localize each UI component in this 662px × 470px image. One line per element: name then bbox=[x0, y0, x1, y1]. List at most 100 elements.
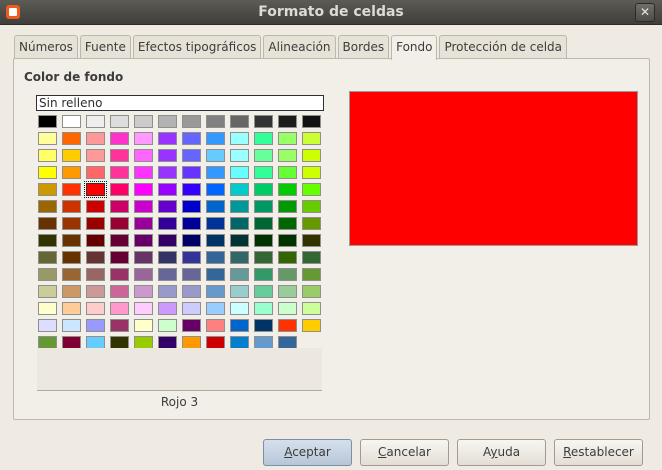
color-swatch[interactable] bbox=[229, 233, 253, 250]
color-swatch[interactable] bbox=[301, 148, 325, 165]
color-swatch[interactable] bbox=[61, 199, 85, 216]
color-swatch[interactable] bbox=[253, 301, 277, 318]
color-swatch[interactable] bbox=[229, 216, 253, 233]
tab-proteccion-de-celda[interactable]: Protección de celda bbox=[439, 35, 567, 59]
color-swatch[interactable] bbox=[301, 284, 325, 301]
color-swatch[interactable] bbox=[157, 165, 181, 182]
color-swatch[interactable] bbox=[37, 318, 61, 335]
color-swatch[interactable] bbox=[205, 301, 229, 318]
tab-bordes[interactable]: Bordes bbox=[337, 35, 390, 59]
color-swatch[interactable] bbox=[85, 318, 109, 335]
color-swatch[interactable] bbox=[181, 233, 205, 250]
color-swatch[interactable] bbox=[277, 182, 301, 199]
color-swatch[interactable] bbox=[181, 199, 205, 216]
color-swatch[interactable] bbox=[301, 318, 325, 335]
color-swatch[interactable] bbox=[181, 267, 205, 284]
color-swatch[interactable] bbox=[229, 284, 253, 301]
color-swatch[interactable] bbox=[253, 182, 277, 199]
color-swatch[interactable] bbox=[229, 267, 253, 284]
color-swatch[interactable] bbox=[133, 148, 157, 165]
color-swatch[interactable] bbox=[277, 165, 301, 182]
color-swatch[interactable] bbox=[85, 216, 109, 233]
color-swatch[interactable] bbox=[84, 181, 109, 199]
color-swatch[interactable] bbox=[157, 216, 181, 233]
color-swatch[interactable] bbox=[205, 284, 229, 301]
color-swatch[interactable] bbox=[253, 250, 277, 267]
tab-numeros[interactable]: Números bbox=[14, 35, 78, 59]
color-swatch[interactable] bbox=[205, 250, 229, 267]
color-swatch[interactable] bbox=[205, 182, 229, 199]
tab-fuente[interactable]: Fuente bbox=[79, 35, 131, 59]
color-swatch[interactable] bbox=[157, 182, 181, 199]
color-swatch[interactable] bbox=[181, 148, 205, 165]
color-swatch[interactable] bbox=[157, 301, 181, 318]
color-swatch[interactable] bbox=[181, 182, 205, 199]
color-swatch[interactable] bbox=[61, 148, 85, 165]
color-swatch[interactable] bbox=[109, 148, 133, 165]
color-swatch[interactable] bbox=[277, 148, 301, 165]
color-swatch[interactable] bbox=[85, 114, 109, 131]
color-swatch[interactable] bbox=[229, 301, 253, 318]
color-swatch[interactable] bbox=[253, 199, 277, 216]
color-swatch[interactable] bbox=[61, 216, 85, 233]
color-swatch[interactable] bbox=[277, 233, 301, 250]
color-swatch[interactable] bbox=[277, 199, 301, 216]
color-swatch[interactable] bbox=[85, 199, 109, 216]
color-swatch[interactable] bbox=[205, 131, 229, 148]
ok-button[interactable]: Aceptar bbox=[263, 439, 352, 466]
color-swatch[interactable] bbox=[109, 233, 133, 250]
color-swatch[interactable] bbox=[133, 233, 157, 250]
color-swatch[interactable] bbox=[61, 301, 85, 318]
no-fill-option[interactable]: Sin relleno bbox=[36, 95, 324, 111]
color-swatch[interactable] bbox=[109, 318, 133, 335]
color-swatch[interactable] bbox=[109, 114, 133, 131]
color-swatch[interactable] bbox=[301, 267, 325, 284]
color-swatch[interactable] bbox=[301, 114, 325, 131]
color-swatch[interactable] bbox=[157, 233, 181, 250]
color-swatch[interactable] bbox=[301, 131, 325, 148]
color-swatch[interactable] bbox=[37, 301, 61, 318]
color-swatch[interactable] bbox=[61, 114, 85, 131]
color-swatch[interactable] bbox=[181, 216, 205, 233]
color-swatch[interactable] bbox=[181, 250, 205, 267]
color-swatch[interactable] bbox=[61, 250, 85, 267]
color-swatch[interactable] bbox=[85, 165, 109, 182]
color-swatch[interactable] bbox=[277, 318, 301, 335]
color-swatch[interactable] bbox=[301, 165, 325, 182]
color-swatch[interactable] bbox=[253, 233, 277, 250]
color-swatch[interactable] bbox=[277, 216, 301, 233]
color-swatch[interactable] bbox=[109, 131, 133, 148]
color-swatch[interactable] bbox=[277, 301, 301, 318]
color-swatch[interactable] bbox=[253, 131, 277, 148]
color-swatch[interactable] bbox=[61, 267, 85, 284]
color-swatch[interactable] bbox=[229, 114, 253, 131]
color-swatch[interactable] bbox=[253, 216, 277, 233]
color-swatch[interactable] bbox=[133, 131, 157, 148]
color-swatch[interactable] bbox=[301, 301, 325, 318]
color-swatch[interactable] bbox=[61, 165, 85, 182]
color-swatch[interactable] bbox=[37, 165, 61, 182]
color-swatch[interactable] bbox=[109, 301, 133, 318]
color-swatch[interactable] bbox=[157, 114, 181, 131]
color-swatch[interactable] bbox=[277, 284, 301, 301]
color-swatch[interactable] bbox=[277, 131, 301, 148]
color-swatch[interactable] bbox=[133, 182, 157, 199]
color-swatch[interactable] bbox=[181, 301, 205, 318]
color-swatch[interactable] bbox=[85, 301, 109, 318]
color-swatch[interactable] bbox=[205, 199, 229, 216]
color-swatch[interactable] bbox=[205, 267, 229, 284]
color-swatch[interactable] bbox=[61, 131, 85, 148]
color-swatch[interactable] bbox=[37, 267, 61, 284]
color-swatch[interactable] bbox=[253, 284, 277, 301]
color-swatch[interactable] bbox=[133, 199, 157, 216]
color-swatch[interactable] bbox=[133, 250, 157, 267]
color-swatch[interactable] bbox=[181, 131, 205, 148]
color-swatch[interactable] bbox=[181, 165, 205, 182]
color-swatch[interactable] bbox=[85, 284, 109, 301]
color-swatch[interactable] bbox=[205, 148, 229, 165]
close-button[interactable]: ✕ bbox=[635, 3, 655, 22]
color-swatch[interactable] bbox=[157, 267, 181, 284]
tab-fondo[interactable]: Fondo bbox=[391, 35, 438, 60]
color-swatch[interactable] bbox=[133, 165, 157, 182]
color-swatch[interactable] bbox=[205, 318, 229, 335]
